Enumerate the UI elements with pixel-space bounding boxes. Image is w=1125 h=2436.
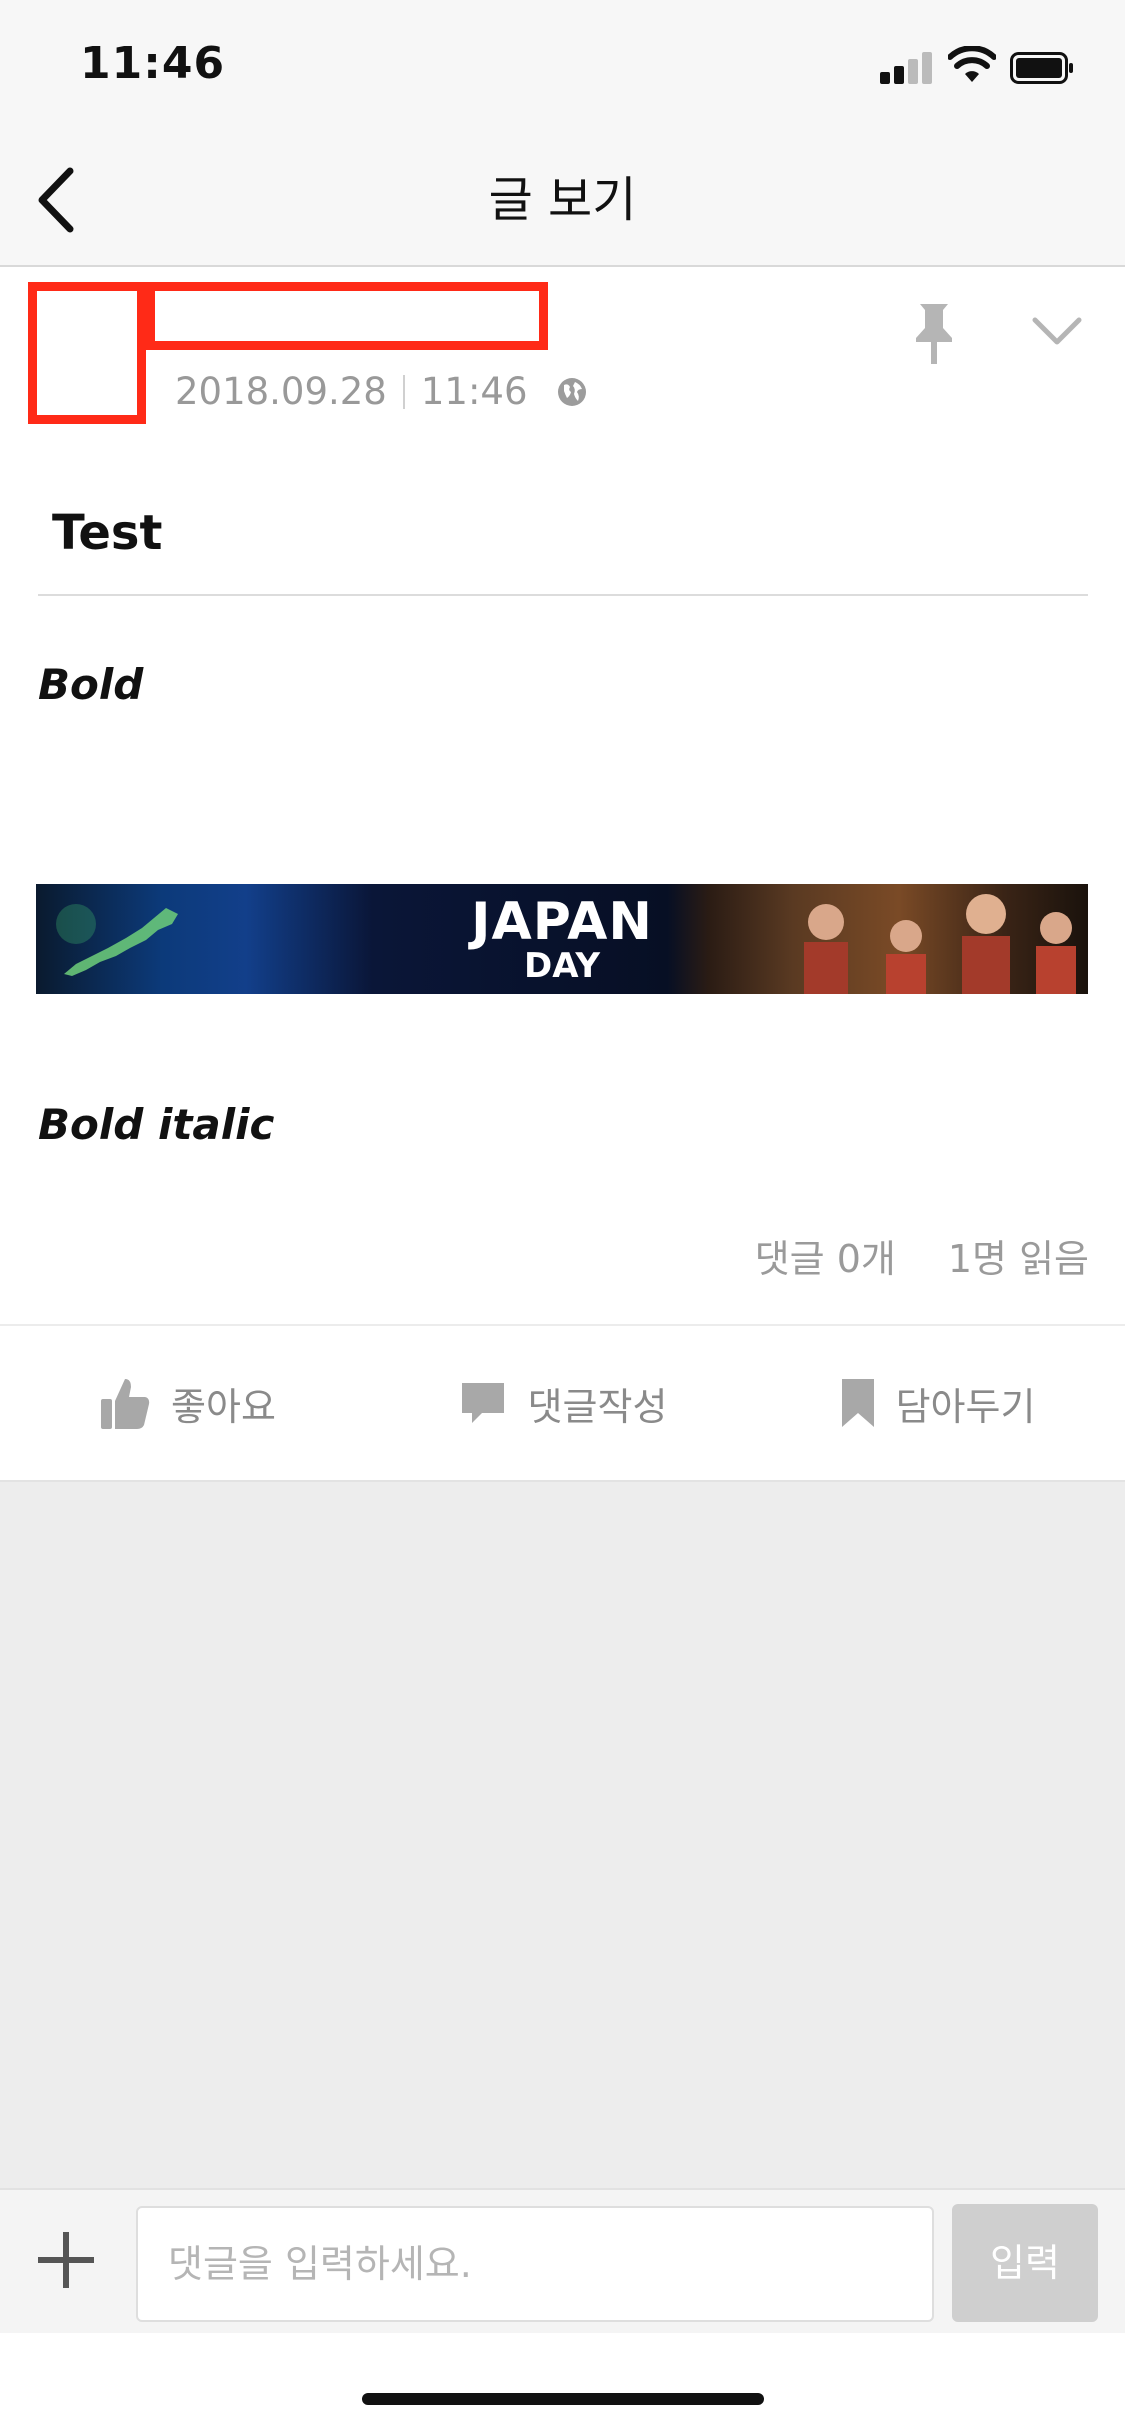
bookmark-icon xyxy=(841,1379,874,1427)
comment-input-bar: 댓글을 입력하세요. 입력 xyxy=(0,2188,1125,2335)
battery-icon xyxy=(1010,52,1073,84)
like-button[interactable]: 좋아요 xyxy=(0,1326,375,1480)
bookmark-label: 담아두기 xyxy=(895,1384,1036,1429)
banner-subtitle: DAY xyxy=(524,946,600,986)
post-body-bold-italic: Bold italic xyxy=(38,1100,275,1149)
meta-separator xyxy=(402,374,405,409)
author-name-redacted xyxy=(146,282,548,350)
status-time: 11:46 xyxy=(80,38,226,89)
home-indicator[interactable] xyxy=(362,2393,764,2405)
nav-bar: 글 보기 xyxy=(0,135,1125,267)
write-comment-label: 댓글작성 xyxy=(527,1384,668,1429)
post-stats: 댓글 0개 1명 읽음 xyxy=(755,1228,1089,1283)
wifi-icon xyxy=(948,46,996,82)
chevron-left-icon xyxy=(38,167,74,233)
back-button[interactable] xyxy=(20,161,90,239)
cellular-signal-icon xyxy=(880,50,932,84)
bookmark-button[interactable]: 담아두기 xyxy=(750,1326,1125,1480)
post-meta: 2018.09.28 11:46 xyxy=(175,370,588,413)
japan-day-banner-image: JAPAN DAY xyxy=(36,884,1088,994)
status-bar: 11:46 xyxy=(0,0,1125,135)
comments-area xyxy=(0,1480,1125,2190)
speech-bubble-icon xyxy=(461,1383,504,1423)
pin-icon[interactable] xyxy=(906,300,962,368)
submit-comment-button[interactable]: 입력 xyxy=(952,2204,1098,2322)
read-count[interactable]: 1명 읽음 xyxy=(948,1228,1089,1283)
author-avatar-redacted xyxy=(28,282,146,424)
page-title: 글 보기 xyxy=(488,172,637,228)
plus-icon[interactable] xyxy=(34,2228,98,2292)
title-divider xyxy=(38,594,1088,596)
post-title: Test xyxy=(52,505,163,561)
post-time: 11:46 xyxy=(420,370,528,413)
chevron-down-icon[interactable] xyxy=(1030,310,1084,354)
banner-title: JAPAN xyxy=(471,892,653,952)
write-comment-button[interactable]: 댓글작성 xyxy=(375,1326,750,1480)
comment-input[interactable]: 댓글을 입력하세요. xyxy=(136,2206,934,2322)
thumbs-up-icon xyxy=(101,1379,150,1429)
like-label: 좋아요 xyxy=(171,1384,276,1429)
home-area xyxy=(0,2333,1125,2436)
comment-count[interactable]: 댓글 0개 xyxy=(755,1228,896,1283)
globe-icon xyxy=(557,377,586,406)
post-actions: 좋아요 댓글작성 담아두기 xyxy=(0,1326,1125,1480)
post-date: 2018.09.28 xyxy=(175,370,387,413)
post-body-bold: Bold xyxy=(38,660,144,709)
